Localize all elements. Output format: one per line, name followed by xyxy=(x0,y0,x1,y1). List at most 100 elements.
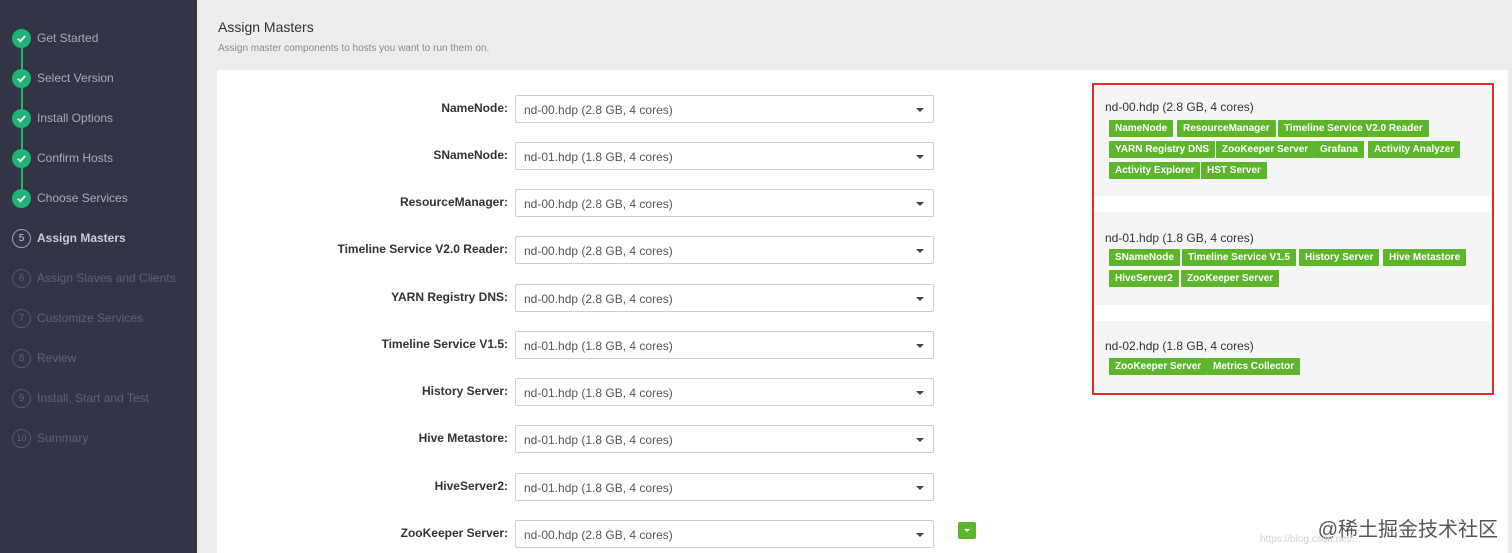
host-select[interactable]: nd-00.hdp (2.8 GB, 4 cores) xyxy=(515,95,934,123)
step-summary: 10 Summary xyxy=(12,427,88,449)
step-number: 8 xyxy=(12,348,31,368)
host-card-nd-00: nd-00.hdp (2.8 GB, 4 cores) NameNode Res… xyxy=(1094,85,1492,196)
host-select-value: nd-01.hdp (1.8 GB, 4 cores) xyxy=(524,150,673,164)
host-name: nd-02.hdp (1.8 GB, 4 cores) xyxy=(1105,339,1254,353)
component-tag: ZooKeeper Server xyxy=(1109,358,1208,375)
component-tag: NameNode xyxy=(1109,120,1174,137)
caret-down-icon xyxy=(916,344,924,348)
component-tag: Activity Analyzer xyxy=(1368,141,1461,158)
check-icon xyxy=(12,188,31,208)
host-select-value: nd-00.hdp (2.8 GB, 4 cores) xyxy=(524,528,673,542)
step-number: 7 xyxy=(12,308,31,328)
component-tag: Timeline Service V2.0 Reader xyxy=(1278,120,1429,137)
step-choose-services[interactable]: Choose Services xyxy=(12,187,128,209)
check-icon xyxy=(12,148,31,168)
component-tag: Grafana xyxy=(1314,141,1364,158)
component-tag: ZooKeeper Server xyxy=(1216,141,1315,158)
host-name: nd-01.hdp (1.8 GB, 4 cores) xyxy=(1105,231,1254,245)
component-label: ZooKeeper Server: xyxy=(400,526,508,540)
step-number: 9 xyxy=(12,388,31,408)
step-install-start-test: 9 Install, Start and Test xyxy=(12,387,149,409)
caret-down-icon xyxy=(916,486,924,490)
caret-down-icon xyxy=(916,108,924,112)
step-label: Select Version xyxy=(37,71,114,85)
host-select[interactable]: nd-01.hdp (1.8 GB, 4 cores) xyxy=(515,473,934,501)
step-label: Install, Start and Test xyxy=(37,391,149,405)
step-label: Confirm Hosts xyxy=(37,151,114,165)
host-name: nd-00.hdp (2.8 GB, 4 cores) xyxy=(1105,100,1254,114)
host-select[interactable]: nd-01.hdp (1.8 GB, 4 cores) xyxy=(515,331,934,359)
assignment-row: Timeline Service V2.0 Reader: nd-00.hdp … xyxy=(217,236,937,264)
step-number: 6 xyxy=(12,268,31,288)
page-title: Assign Masters xyxy=(218,19,314,35)
add-zookeeper-button[interactable] xyxy=(958,522,976,539)
component-label: Hive Metastore: xyxy=(418,431,508,445)
check-icon xyxy=(12,28,31,48)
component-tag: HST Server xyxy=(1201,162,1267,179)
component-tag: SNameNode xyxy=(1109,249,1180,266)
step-label: Review xyxy=(37,351,77,365)
assignment-row: ResourceManager: nd-00.hdp (2.8 GB, 4 co… xyxy=(217,189,937,217)
step-get-started[interactable]: Get Started xyxy=(12,27,98,49)
host-select[interactable]: nd-00.hdp (2.8 GB, 4 cores) xyxy=(515,189,934,217)
host-select-value: nd-00.hdp (2.8 GB, 4 cores) xyxy=(524,292,673,306)
step-number: 5 xyxy=(12,228,31,248)
step-label: Assign Masters xyxy=(37,231,126,245)
caret-down-icon xyxy=(916,391,924,395)
host-select-value: nd-00.hdp (2.8 GB, 4 cores) xyxy=(524,197,673,211)
host-select-value: nd-01.hdp (1.8 GB, 4 cores) xyxy=(524,339,673,353)
page-subtitle: Assign master components to hosts you wa… xyxy=(218,43,490,54)
caret-down-icon xyxy=(916,438,924,442)
assignment-row: HiveServer2: nd-01.hdp (1.8 GB, 4 cores) xyxy=(217,473,937,501)
component-tag: History Server xyxy=(1299,249,1380,266)
component-tag: ResourceManager xyxy=(1177,120,1276,137)
assignment-row: Hive Metastore: nd-01.hdp (1.8 GB, 4 cor… xyxy=(217,425,937,453)
step-select-version[interactable]: Select Version xyxy=(12,67,114,89)
host-select-value: nd-01.hdp (1.8 GB, 4 cores) xyxy=(524,481,673,495)
host-divider xyxy=(1094,305,1492,321)
host-card-nd-02: nd-02.hdp (1.8 GB, 4 cores) ZooKeeper Se… xyxy=(1094,321,1492,393)
step-label: Summary xyxy=(37,431,89,445)
component-label: Timeline Service V1.5: xyxy=(381,337,508,351)
component-label: NameNode: xyxy=(441,101,508,115)
wizard-sidebar: Get Started Select Version Install Optio… xyxy=(0,0,197,553)
step-assign-masters[interactable]: 5 Assign Masters xyxy=(12,227,126,249)
step-label: Install Options xyxy=(37,111,114,125)
step-review: 8 Review xyxy=(12,347,76,369)
step-customize-services: 7 Customize Services xyxy=(12,307,143,329)
component-label: ResourceManager: xyxy=(399,195,508,209)
host-select[interactable]: nd-01.hdp (1.8 GB, 4 cores) xyxy=(515,142,934,170)
host-select[interactable]: nd-00.hdp (2.8 GB, 4 cores) xyxy=(515,236,934,264)
component-tag: ZooKeeper Server xyxy=(1181,270,1280,287)
caret-down-icon xyxy=(916,249,924,253)
host-select[interactable]: nd-00.hdp (2.8 GB, 4 cores) xyxy=(515,520,934,548)
assignment-row: NameNode: nd-00.hdp (2.8 GB, 4 cores) xyxy=(217,95,937,123)
component-tag: Activity Explorer xyxy=(1109,162,1201,179)
step-label: Choose Services xyxy=(37,191,128,205)
host-select[interactable]: nd-01.hdp (1.8 GB, 4 cores) xyxy=(515,425,934,453)
host-select[interactable]: nd-01.hdp (1.8 GB, 4 cores) xyxy=(515,378,934,406)
assignment-row: SNameNode: nd-01.hdp (1.8 GB, 4 cores) xyxy=(217,142,937,170)
host-select-value: nd-01.hdp (1.8 GB, 4 cores) xyxy=(524,386,673,400)
step-assign-slaves: 6 Assign Slaves and Clients xyxy=(12,267,176,289)
caret-down-icon xyxy=(916,155,924,159)
component-label: HiveServer2: xyxy=(434,479,508,493)
host-card-nd-01: nd-01.hdp (1.8 GB, 4 cores) SNameNode Ti… xyxy=(1094,212,1492,305)
step-label: Assign Slaves and Clients xyxy=(37,271,176,285)
step-confirm-hosts[interactable]: Confirm Hosts xyxy=(12,147,113,169)
caret-down-icon xyxy=(916,297,924,301)
component-tag: Metrics Collector xyxy=(1207,358,1301,375)
component-label: History Server: xyxy=(421,384,508,398)
caret-down-icon xyxy=(916,533,924,537)
step-install-options[interactable]: Install Options xyxy=(12,107,113,129)
host-select-value: nd-00.hdp (2.8 GB, 4 cores) xyxy=(524,244,673,258)
component-label: SNameNode: xyxy=(433,148,508,162)
host-select-value: nd-01.hdp (1.8 GB, 4 cores) xyxy=(524,433,673,447)
check-icon xyxy=(12,108,31,128)
watermark-url: https://blog.csdn.net/... xyxy=(1260,534,1361,545)
step-label: Customize Services xyxy=(37,311,144,325)
component-tag: Hive Metastore xyxy=(1383,249,1467,266)
host-select[interactable]: nd-00.hdp (2.8 GB, 4 cores) xyxy=(515,284,934,312)
component-tag: YARN Registry DNS xyxy=(1109,141,1216,158)
component-tag: HiveServer2 xyxy=(1109,270,1179,287)
